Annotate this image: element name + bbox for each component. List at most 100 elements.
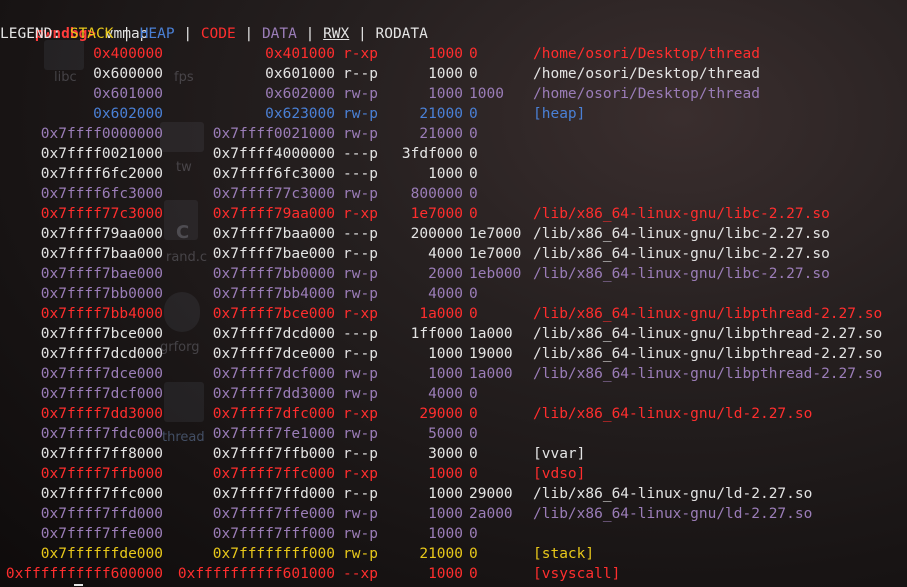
mapping-offset: 0 (469, 386, 478, 402)
mapping-offset: 0 (469, 126, 478, 142)
mapping-size: 29000 (419, 406, 463, 422)
mapping-size: 1e7000 (410, 206, 463, 222)
mapping-size: 1000 (428, 566, 463, 582)
mapping-size: 21000 (419, 546, 463, 562)
mapping-size: 3fdf000 (401, 146, 463, 162)
mapping-row: 0x7ffff7ffd000 0x7ffff7ffe000 rw-p 1000 2a00… (0, 504, 907, 524)
mapping-end-address: 0x7ffff77c3000 (212, 186, 335, 202)
mapping-end-address: 0x7ffff6fc3000 (212, 166, 335, 182)
mapping-permissions: rw-p (343, 86, 378, 102)
mapping-permissions: ---p (343, 226, 378, 242)
mapping-start-address: 0x7ffff7bce000 (40, 326, 163, 342)
mapping-permissions: rw-p (343, 546, 378, 562)
mapping-end-address: 0xffffffffff601000 (177, 566, 335, 582)
mapping-end-address: 0x623000 (265, 106, 335, 122)
mapping-end-address: 0x7ffff7dcf000 (212, 366, 335, 382)
mapping-permissions: rw-p (343, 126, 378, 142)
mapping-permissions: r-xp (343, 406, 378, 422)
mapping-start-address: 0x7ffff7ffc000 (40, 486, 163, 502)
legend-item-stack: STACK (69, 26, 114, 42)
mapping-offset: 2a000 (469, 506, 513, 522)
mapping-start-address: 0x400000 (93, 46, 163, 62)
mapping-path: [vdso] (533, 466, 586, 482)
mapping-permissions: r--p (343, 486, 378, 502)
mapping-end-address: 0x7ffff7bb4000 (212, 286, 335, 302)
legend-item-code: CODE (200, 26, 236, 42)
mapping-offset: 1e7000 (469, 226, 522, 242)
mapping-size: 1000 (428, 526, 463, 542)
mapping-row: 0x7ffff7dd3000 0x7ffff7dfc000 r-xp 29000 0/l… (0, 404, 907, 424)
mapping-permissions: rw-p (343, 186, 378, 202)
mapping-row: 0x7ffff0021000 0x7ffff4000000 ---p 3fdf000 0 (0, 144, 907, 164)
mapping-row: 0x7ffff7dce000 0x7ffff7dcf000 rw-p 1000 1a00… (0, 364, 907, 384)
mapping-end-address: 0x7ffff7bb0000 (212, 266, 335, 282)
mapping-start-address: 0x7ffff6fc2000 (40, 166, 163, 182)
mapping-offset: 0 (469, 106, 478, 122)
legend-separator: | (113, 26, 140, 42)
mapping-offset: 19000 (469, 346, 513, 362)
mapping-path: /lib/x86_64-linux-gnu/libc-2.27.so (533, 226, 830, 242)
mapping-permissions: r-xp (343, 46, 378, 62)
mapping-start-address: 0x7ffff7bae000 (40, 266, 163, 282)
mapping-size: 1000 (428, 466, 463, 482)
mapping-end-address: 0x7ffff7bce000 (212, 306, 335, 322)
mapping-row: 0x400000 0x401000 r-xp 1000 0/home/osori/Des… (0, 44, 907, 64)
legend-item-rwx: RWX (323, 26, 350, 42)
terminal-cursor (74, 584, 83, 586)
mapping-offset: 0 (469, 166, 478, 182)
mapping-size: 1000 (428, 366, 463, 382)
mapping-offset: 29000 (469, 486, 513, 502)
mapping-size: 800000 (410, 186, 463, 202)
mapping-path: /lib/x86_64-linux-gnu/libpthread-2.27.so (533, 326, 883, 342)
terminal-window[interactable]: pwndbg> vmmap LEGEND: STACK | HEAP | COD… (0, 0, 907, 587)
mapping-offset: 0 (469, 566, 478, 582)
mapping-end-address: 0x7ffff7ffd000 (212, 486, 335, 502)
mapping-start-address: 0x7ffff7dcf000 (40, 386, 163, 402)
mapping-row: 0x7ffff79aa000 0x7ffff7baa000 ---p 200000 1e… (0, 224, 907, 244)
mapping-size: 1000 (428, 346, 463, 362)
mapping-offset: 0 (469, 466, 478, 482)
mapping-row: 0x7ffffffde000 0x7ffffffff000 rw-p 21000 0 [s… (0, 544, 907, 564)
mapping-row: 0x7ffff0000000 0x7ffff0021000 rw-p 21000 0 (0, 124, 907, 144)
mapping-offset: 1a000 (469, 326, 513, 342)
mapping-start-address: 0xffffffffff600000 (5, 566, 163, 582)
mapping-end-address: 0x7ffff0021000 (212, 126, 335, 142)
mapping-start-address: 0x7ffff7ffd000 (40, 506, 163, 522)
mapping-permissions: r--p (343, 66, 378, 82)
mapping-end-address: 0x7ffffffff000 (212, 546, 335, 562)
mapping-start-address: 0x7ffffffde000 (40, 546, 163, 562)
mapping-permissions: rw-p (343, 426, 378, 442)
mapping-offset: 0 (469, 426, 478, 442)
mapping-start-address: 0x602000 (93, 106, 163, 122)
mapping-path: /lib/x86_64-linux-gnu/libpthread-2.27.so (533, 366, 883, 382)
mapping-end-address: 0x7ffff7dfc000 (212, 406, 335, 422)
mapping-start-address: 0x7ffff7dce000 (40, 366, 163, 382)
mapping-size: 4000 (428, 246, 463, 262)
mapping-size: 3000 (428, 446, 463, 462)
mapping-offset: 0 (469, 66, 478, 82)
mapping-start-address: 0x7ffff77c3000 (40, 206, 163, 222)
mapping-size: 5000 (428, 426, 463, 442)
mapping-permissions: r--p (343, 346, 378, 362)
mapping-path: [heap] (533, 106, 586, 122)
mapping-path: /lib/x86_64-linux-gnu/ld-2.27.so (533, 486, 813, 502)
mapping-permissions: rw-p (343, 266, 378, 282)
mapping-start-address: 0x7ffff7baa000 (40, 246, 163, 262)
mapping-permissions: rw-p (343, 506, 378, 522)
mapping-row: 0x7ffff7bae000 0x7ffff7bb0000 rw-p 2000 1eb0… (0, 264, 907, 284)
legend-line: LEGEND: STACK | HEAP | CODE | DATA | RWX… (0, 24, 428, 44)
mapping-permissions: r-xp (343, 306, 378, 322)
mapping-size: 21000 (419, 126, 463, 142)
mapping-row: 0x7ffff7bb4000 0x7ffff7bce000 r-xp 1a000 0/l… (0, 304, 907, 324)
mapping-end-address: 0x7ffff7dcd000 (212, 326, 335, 342)
mapping-permissions: rw-p (343, 366, 378, 382)
mapping-permissions: ---p (343, 166, 378, 182)
mapping-size: 1000 (428, 46, 463, 62)
mapping-size: 1000 (428, 486, 463, 502)
mapping-row: 0x7ffff7ffb000 0x7ffff7ffc000 r-xp 1000 0 [vd… (0, 464, 907, 484)
mapping-permissions: rw-p (343, 386, 378, 402)
mapping-offset: 0 (469, 306, 478, 322)
mapping-row: 0x7ffff7bb0000 0x7ffff7bb4000 rw-p 4000 0 (0, 284, 907, 304)
mapping-path: [vsyscall] (533, 566, 621, 582)
mapping-permissions: r-xp (343, 206, 378, 222)
